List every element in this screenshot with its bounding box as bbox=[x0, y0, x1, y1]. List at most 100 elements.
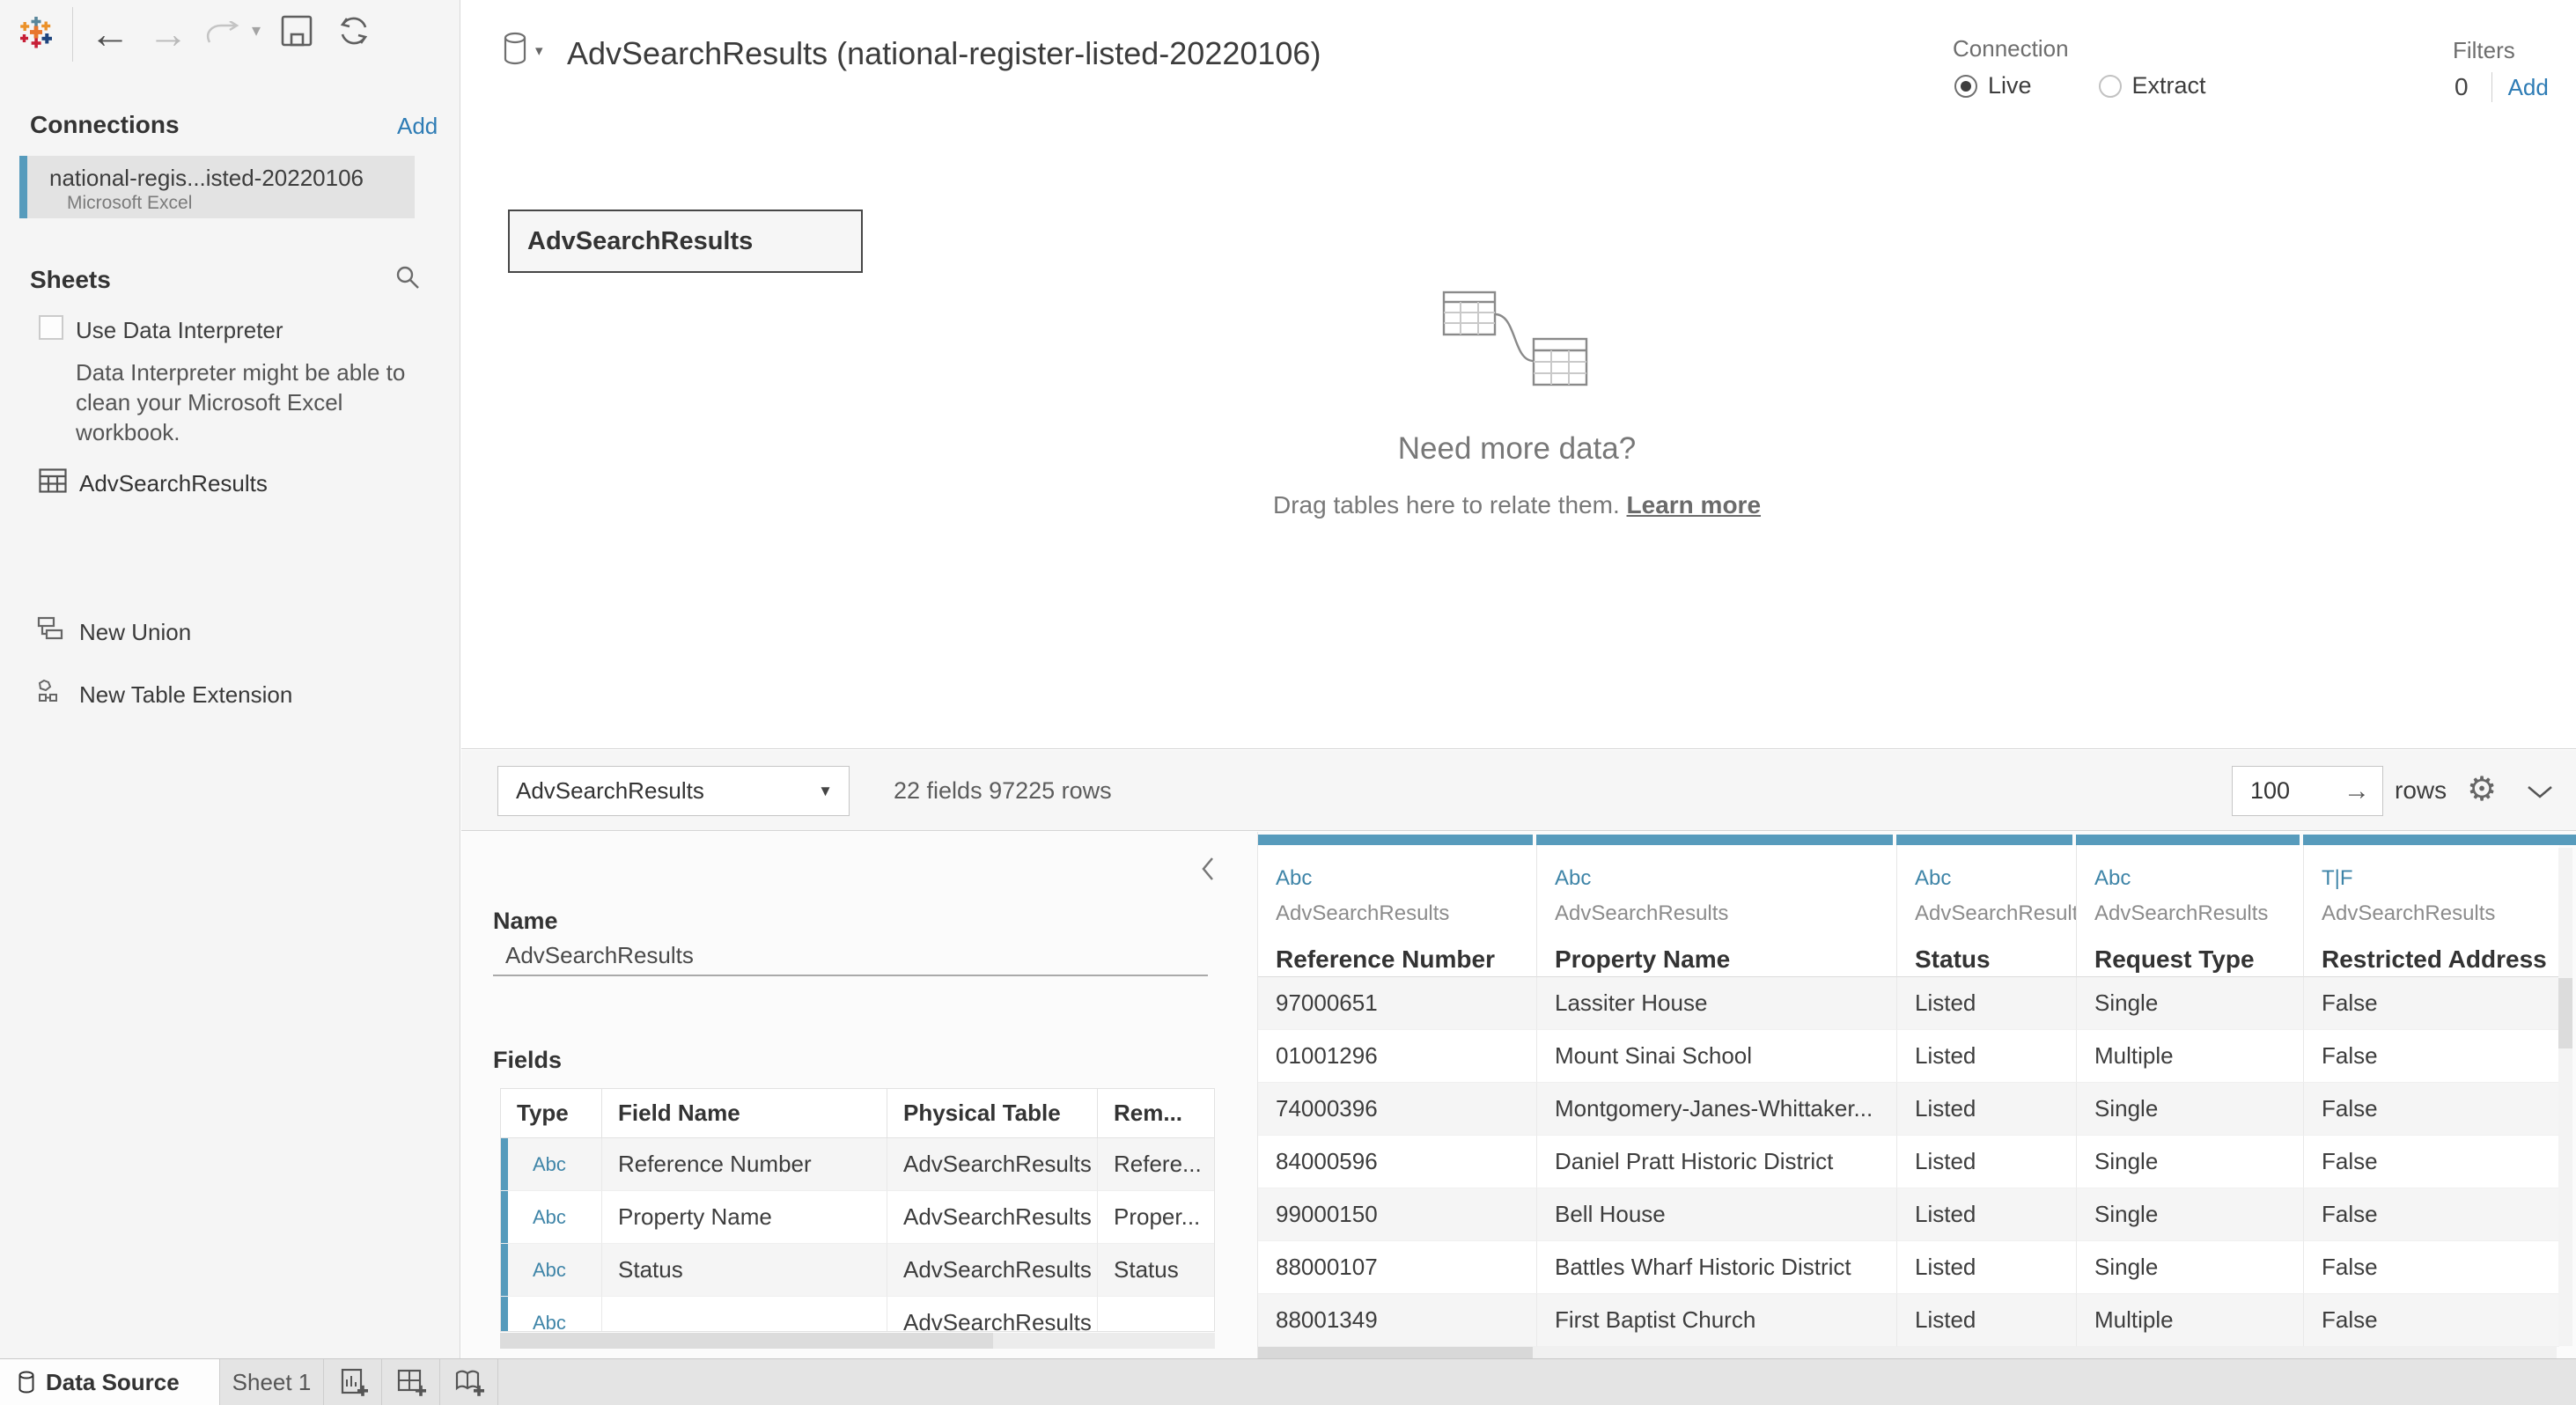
datasource-caret-icon[interactable]: ▾ bbox=[535, 42, 543, 60]
grid-cell[interactable]: Daniel Pratt Historic District bbox=[1536, 1136, 1896, 1188]
fields-row[interactable]: AbcReference NumberAdvSearchResultsRefer… bbox=[501, 1138, 1214, 1191]
data-preview-toolbar: AdvSearchResults ▼ 22 fields 97225 rows … bbox=[461, 750, 2576, 831]
learn-more-link[interactable]: Learn more bbox=[1627, 491, 1762, 519]
grid-cell[interactable]: Lassiter House bbox=[1536, 977, 1896, 1030]
table-select-value: AdvSearchResults bbox=[516, 777, 704, 804]
save-button[interactable] bbox=[280, 14, 313, 52]
gear-icon[interactable]: ⚙ bbox=[2467, 750, 2497, 831]
undo-icon[interactable] bbox=[202, 21, 243, 50]
extract-radio-label: Extract bbox=[2132, 72, 2206, 99]
grid-cell[interactable]: False bbox=[2303, 1241, 2559, 1294]
row-count-input[interactable]: 100 → bbox=[2232, 766, 2383, 816]
grid-cell[interactable]: Single bbox=[2076, 1241, 2303, 1294]
grid-cell[interactable]: Bell House bbox=[1536, 1188, 1896, 1241]
grid-cell[interactable]: False bbox=[2303, 1083, 2559, 1136]
data-source-cylinder-icon bbox=[18, 1371, 35, 1394]
grid-cell[interactable]: False bbox=[2303, 1294, 2559, 1347]
grid-cell[interactable]: Listed bbox=[1896, 1294, 2076, 1347]
grid-cell[interactable]: Mount Sinai School bbox=[1536, 1030, 1896, 1083]
fields-column-header[interactable]: Physical Table bbox=[887, 1089, 1097, 1137]
grid-cell[interactable]: 88000107 bbox=[1258, 1241, 1536, 1294]
grid-cell[interactable]: Listed bbox=[1896, 1030, 2076, 1083]
fields-table-hscroll-thumb[interactable] bbox=[500, 1333, 993, 1349]
fields-row[interactable]: AbcStatusAdvSearchResultsStatus bbox=[501, 1244, 1214, 1297]
grid-column-header[interactable]: T|FAdvSearchResultsRestricted Address bbox=[2303, 845, 2559, 977]
need-more-data-title: Need more data? bbox=[1297, 431, 1737, 467]
name-input[interactable]: AdvSearchResults bbox=[493, 934, 1208, 976]
grid-cell[interactable]: 84000596 bbox=[1258, 1136, 1536, 1188]
field-name: Request Type bbox=[2094, 945, 2303, 974]
extract-radio[interactable] bbox=[2099, 75, 2122, 98]
fields-column-header[interactable]: Rem... bbox=[1097, 1089, 1214, 1137]
forward-button[interactable]: → bbox=[148, 2, 188, 65]
grid-cell[interactable]: Single bbox=[2076, 1136, 2303, 1188]
back-button[interactable]: ← bbox=[90, 2, 130, 65]
fields-table-body: AbcReference NumberAdvSearchResultsRefer… bbox=[501, 1138, 1214, 1332]
search-icon[interactable] bbox=[394, 264, 421, 295]
grid-cell[interactable]: First Baptist Church bbox=[1536, 1294, 1896, 1347]
datasource-cylinder-icon[interactable] bbox=[502, 32, 528, 70]
fields-column-header[interactable]: Type bbox=[501, 1089, 601, 1137]
grid-column-header[interactable]: AbcAdvSearchResultsStatus bbox=[1896, 845, 2076, 977]
grid-column-header[interactable]: AbcAdvSearchResultsReference Number bbox=[1258, 845, 1536, 977]
tab-data-source[interactable]: Data Source bbox=[0, 1359, 220, 1405]
grid-cell[interactable]: 97000651 bbox=[1258, 977, 1536, 1030]
grid-cell[interactable]: Multiple bbox=[2076, 1294, 2303, 1347]
grid-cell[interactable]: 88001349 bbox=[1258, 1294, 1536, 1347]
field-table-name: AdvSearchResults bbox=[1276, 901, 1536, 926]
grid-cell[interactable]: False bbox=[2303, 977, 2559, 1030]
new-union-icon bbox=[37, 616, 65, 645]
grid-cell[interactable]: 74000396 bbox=[1258, 1083, 1536, 1136]
grid-hscrollbar[interactable] bbox=[1258, 1347, 2557, 1358]
grid-cell[interactable]: Montgomery-Janes-Whittaker... bbox=[1536, 1083, 1896, 1136]
connection-item[interactable]: national-regis...isted-20220106 Microsof… bbox=[19, 156, 415, 218]
new-table-extension-button[interactable]: New Table Extension bbox=[79, 681, 292, 709]
tableau-data-source-window: ← → ▾ Connections Add national-regis...i… bbox=[0, 0, 2576, 1405]
table-select-dropdown[interactable]: AdvSearchResults ▼ bbox=[497, 766, 850, 816]
grid-cell[interactable]: Listed bbox=[1896, 977, 2076, 1030]
grid-vscrollbar[interactable] bbox=[2558, 848, 2572, 1346]
expand-chevron-icon[interactable] bbox=[2527, 785, 2553, 804]
sidebar-table-advsearchresults[interactable]: AdvSearchResults bbox=[79, 470, 268, 497]
undo-caret-icon[interactable]: ▾ bbox=[252, 19, 261, 41]
fields-table: TypeField NamePhysical TableRem... AbcRe… bbox=[500, 1088, 1215, 1332]
grid-cell[interactable]: Listed bbox=[1896, 1241, 2076, 1294]
grid-cell[interactable]: 01001296 bbox=[1258, 1030, 1536, 1083]
grid-cell[interactable]: False bbox=[2303, 1188, 2559, 1241]
refresh-button[interactable] bbox=[336, 13, 372, 53]
grid-cell[interactable]: Battles Wharf Historic District bbox=[1536, 1241, 1896, 1294]
grid-column-header[interactable]: AbcAdvSearchResultsRequest Type bbox=[2076, 845, 2303, 977]
grid-cell[interactable]: Single bbox=[2076, 1188, 2303, 1241]
fields-column-header[interactable]: Field Name bbox=[601, 1089, 887, 1137]
grid-cell[interactable]: Single bbox=[2076, 1083, 2303, 1136]
grid-column-header[interactable]: AbcAdvSearchResultsProperty Name bbox=[1536, 845, 1896, 977]
grid-cell[interactable]: 99000150 bbox=[1258, 1188, 1536, 1241]
apply-rows-arrow-icon[interactable]: → bbox=[2344, 767, 2370, 815]
tab-sheet-1[interactable]: Sheet 1 bbox=[220, 1359, 324, 1405]
add-connection-link[interactable]: Add bbox=[397, 113, 438, 140]
canvas-table-advsearchresults[interactable]: AdvSearchResults bbox=[508, 210, 863, 273]
tableau-logo-icon[interactable] bbox=[18, 14, 55, 55]
grid-cell[interactable]: Listed bbox=[1896, 1188, 2076, 1241]
grid-cell[interactable]: Single bbox=[2076, 977, 2303, 1030]
grid-cell[interactable]: Listed bbox=[1896, 1083, 2076, 1136]
new-worksheet-button[interactable] bbox=[324, 1359, 382, 1405]
grid-cell[interactable]: Listed bbox=[1896, 1136, 2076, 1188]
grid-cell[interactable]: False bbox=[2303, 1030, 2559, 1083]
add-filter-link[interactable]: Add bbox=[2508, 74, 2549, 101]
fields-cell: Proper... bbox=[1097, 1191, 1214, 1244]
grid-cell[interactable]: False bbox=[2303, 1136, 2559, 1188]
grid-cell[interactable]: Multiple bbox=[2076, 1030, 2303, 1083]
collapse-metadata-chevron-icon[interactable] bbox=[1201, 857, 1215, 886]
fields-table-hscrollbar[interactable] bbox=[500, 1333, 1215, 1349]
new-union-button[interactable]: New Union bbox=[79, 619, 191, 646]
grid-hscroll-thumb[interactable] bbox=[1258, 1347, 1533, 1358]
new-story-button[interactable] bbox=[440, 1359, 498, 1405]
new-dashboard-button[interactable] bbox=[382, 1359, 440, 1405]
use-data-interpreter-checkbox[interactable] bbox=[39, 315, 63, 340]
grid-vscroll-thumb[interactable] bbox=[2558, 978, 2572, 1048]
live-radio[interactable] bbox=[1954, 75, 1977, 98]
fields-row[interactable]: AbcProperty NameAdvSearchResultsProper..… bbox=[501, 1191, 1214, 1244]
fields-row[interactable]: AbcAdvSearchResults bbox=[501, 1297, 1214, 1332]
table-grid-icon bbox=[39, 468, 67, 497]
